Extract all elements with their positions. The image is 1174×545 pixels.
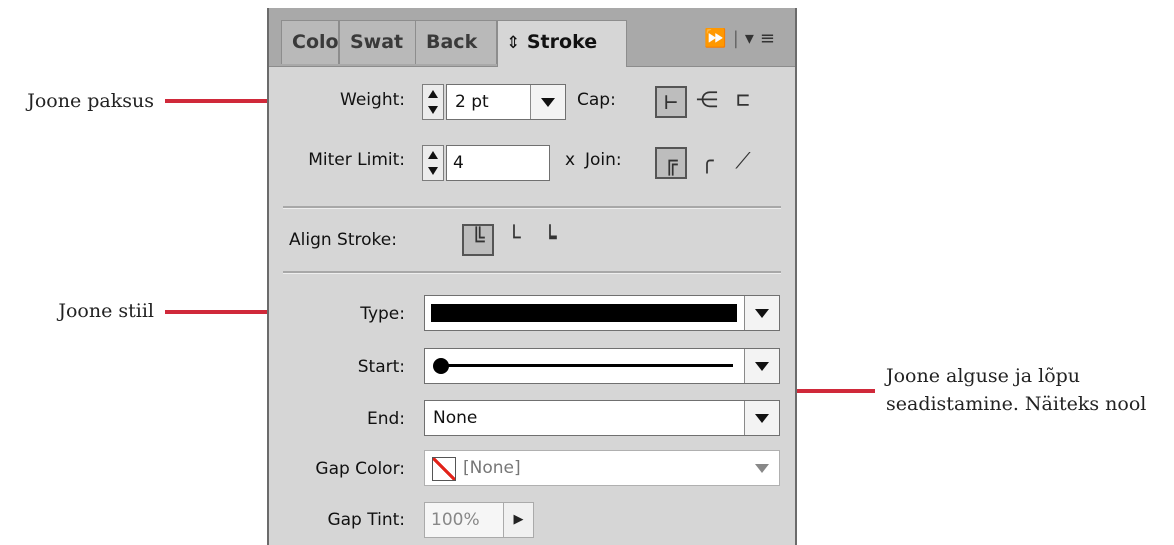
round-cap-icon[interactable]: ⋲ <box>691 86 723 118</box>
gap-color-value: [None] <box>463 458 521 478</box>
collapse-panels-icon[interactable]: ⏩ <box>704 28 732 49</box>
tab-stroke[interactable]: ⇕ Stroke <box>497 20 627 67</box>
gap-tint-input[interactable]: 100% <box>424 502 504 538</box>
miter-unit-label: x <box>565 150 576 170</box>
end-label: End: <box>366 409 405 429</box>
gap-color-dropdown[interactable]: [None] <box>424 450 780 486</box>
align-center-icon[interactable]: ╚ <box>462 224 494 256</box>
align-inside-icon[interactable]: └ <box>498 224 530 256</box>
tab-swatches[interactable]: Swat <box>339 20 417 64</box>
gap-tint-label: Gap Tint: <box>327 510 405 530</box>
solid-line-preview <box>431 304 737 322</box>
panel-menu-icon[interactable]: ▾≡ <box>745 28 781 49</box>
start-dropdown[interactable] <box>424 348 780 384</box>
divider <box>283 271 781 274</box>
up-down-arrows-icon: ⇕ <box>506 33 521 53</box>
butt-cap-icon[interactable]: ⊢ <box>655 86 687 118</box>
weight-dropdown[interactable]: 2 pt <box>446 84 566 120</box>
gap-color-label: Gap Color: <box>315 459 405 479</box>
miter-join-icon[interactable]: ╔ <box>655 147 687 179</box>
chevron-down-icon[interactable] <box>530 85 565 119</box>
style-annotation: Joone stiil <box>58 300 154 322</box>
stroke-panel: Colo Swat Back ⇕ Stroke ⏩|▾≡ Weight: 2 p… <box>267 8 797 545</box>
tab-background[interactable]: Back <box>415 20 497 64</box>
type-label: Type: <box>360 304 405 324</box>
divider <box>283 206 781 209</box>
join-label: Join: <box>585 150 622 170</box>
tab-stroke-label: Stroke <box>526 31 598 53</box>
arrow-annotation-line1: Joone alguse ja lõpu <box>886 365 1081 387</box>
weight-value: 2 pt <box>455 92 489 112</box>
weight-label: Weight: <box>340 90 405 110</box>
align-outside-icon[interactable]: ┕ <box>534 224 566 256</box>
bevel-join-icon[interactable]: ⟋ <box>727 147 759 179</box>
round-join-icon[interactable]: ╭ <box>691 147 723 179</box>
panel-tab-bar: Colo Swat Back ⇕ Stroke ⏩|▾≡ <box>269 8 795 67</box>
chevron-down-icon[interactable] <box>745 451 779 485</box>
tab-color[interactable]: Colo <box>281 20 339 64</box>
projecting-cap-icon[interactable]: ⊏ <box>727 86 759 118</box>
miter-limit-stepper[interactable] <box>422 145 444 181</box>
end-value: None <box>433 408 478 428</box>
panel-toolbar: ⏩|▾≡ <box>704 28 781 49</box>
miter-limit-label: Miter Limit: <box>308 150 405 170</box>
miter-limit-input[interactable]: 4 <box>446 145 550 181</box>
weight-annotation: Joone paksus <box>27 90 154 112</box>
chevron-down-icon[interactable] <box>744 296 779 330</box>
align-stroke-label: Align Stroke: <box>289 230 397 250</box>
play-arrow-icon[interactable]: ▶ <box>504 502 534 538</box>
none-swatch-icon <box>432 457 456 481</box>
chevron-down-icon[interactable] <box>744 349 779 383</box>
start-label: Start: <box>357 357 405 377</box>
chevron-down-icon[interactable] <box>744 401 779 435</box>
toolbar-divider: | <box>732 28 745 49</box>
weight-stepper[interactable] <box>422 84 444 120</box>
line-preview <box>445 364 733 367</box>
end-dropdown[interactable]: None <box>424 400 780 436</box>
arrow-annotation-line2: seadistamine. Näiteks nool <box>886 393 1147 415</box>
type-dropdown[interactable] <box>424 295 780 331</box>
cap-label: Cap: <box>577 90 616 110</box>
